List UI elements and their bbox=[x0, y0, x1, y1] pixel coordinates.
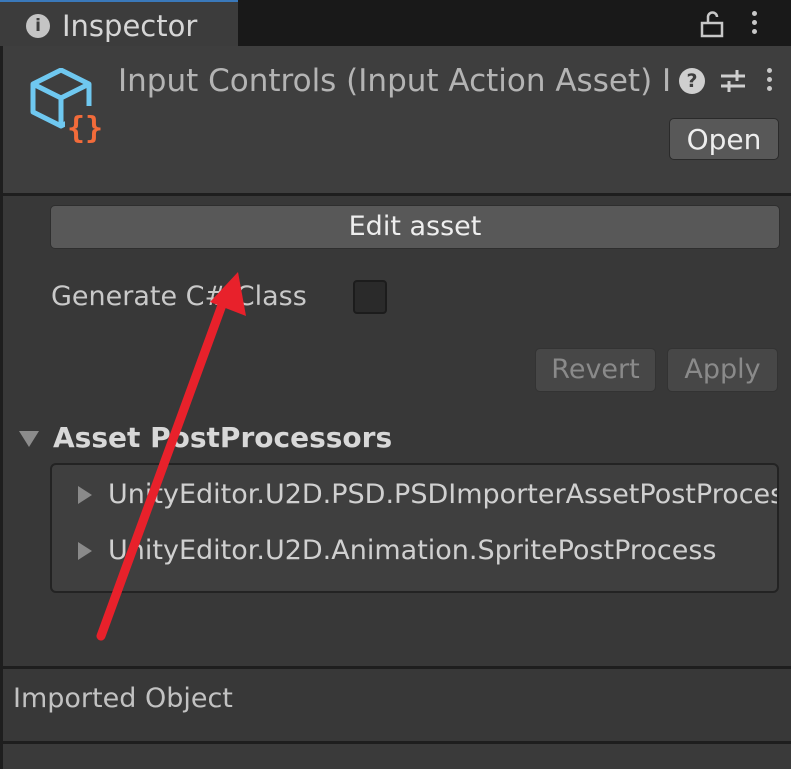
next-section bbox=[3, 744, 791, 769]
asset-postprocessors-header[interactable]: Asset PostProcessors bbox=[53, 420, 392, 456]
collapsed-arrow-icon[interactable] bbox=[78, 542, 92, 560]
header-menu-icon[interactable] bbox=[766, 68, 774, 95]
imported-object-label: Imported Object bbox=[13, 683, 233, 714]
list-item-label: UnityEditor.U2D.Animation.SpritePostProc… bbox=[108, 535, 717, 566]
foldout-expanded-icon[interactable] bbox=[19, 431, 39, 447]
input-action-asset-icon: {} bbox=[30, 68, 105, 146]
generate-class-label: Generate C# Class bbox=[51, 281, 307, 312]
generate-class-checkbox[interactable] bbox=[353, 280, 387, 314]
collapsed-arrow-icon[interactable] bbox=[78, 486, 92, 504]
info-icon: i bbox=[26, 14, 50, 38]
inspector-header: {} Input Controls (Input Action Asset) I… bbox=[3, 46, 791, 193]
list-item-label: UnityEditor.U2D.PSD.PSDImporterAssetPost… bbox=[108, 479, 779, 510]
tab-title: Inspector bbox=[62, 9, 198, 43]
asset-title: Input Controls (Input Action Asset) I bbox=[118, 63, 672, 99]
svg-text:{}: {} bbox=[67, 111, 103, 146]
revert-button[interactable]: Revert bbox=[535, 348, 656, 392]
edit-asset-button[interactable]: Edit asset bbox=[50, 205, 780, 249]
tab-bar: i Inspector bbox=[0, 0, 791, 46]
apply-button[interactable]: Apply bbox=[667, 348, 778, 392]
imported-object-section[interactable]: Imported Object bbox=[3, 669, 791, 741]
preset-sliders-icon[interactable] bbox=[719, 68, 747, 94]
importer-settings: Edit asset Generate C# Class Revert Appl… bbox=[3, 196, 791, 666]
tab-inspector[interactable]: i Inspector bbox=[0, 0, 238, 46]
lock-icon[interactable] bbox=[700, 10, 724, 38]
tab-menu-icon[interactable] bbox=[751, 11, 759, 38]
help-icon[interactable]: ? bbox=[679, 68, 705, 94]
open-button[interactable]: Open bbox=[669, 118, 779, 160]
postprocessor-list: UnityEditor.U2D.PSD.PSDImporterAssetPost… bbox=[50, 463, 779, 593]
